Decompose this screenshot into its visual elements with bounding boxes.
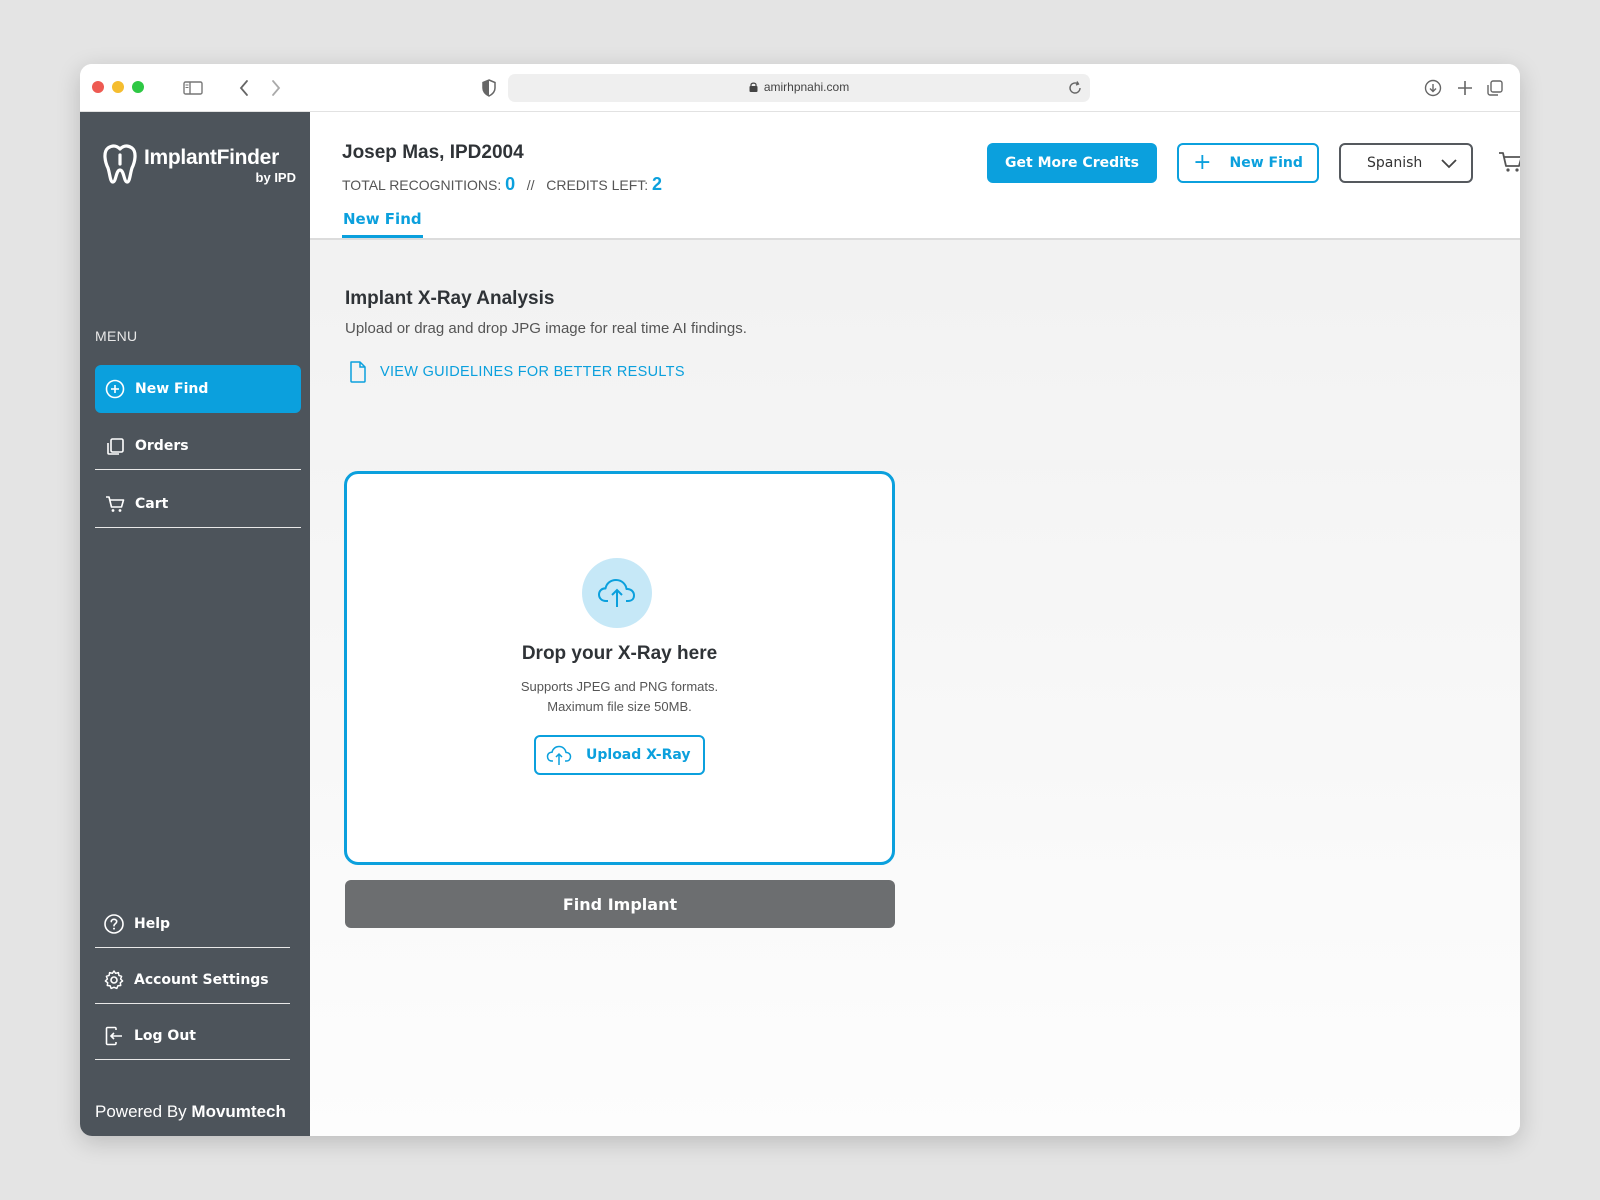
help-icon: [104, 913, 124, 934]
upload-cloud-badge: [582, 558, 652, 628]
stats-separator: //: [526, 177, 535, 193]
tab-new-find[interactable]: New Find: [342, 210, 423, 238]
page-title: Implant X-Ray Analysis: [345, 288, 555, 309]
user-name: Josep Mas, IPD2004: [342, 142, 524, 163]
tooth-logo-icon: [103, 144, 137, 184]
total-recognitions-value: 0: [505, 174, 516, 194]
orders-icon: [107, 437, 124, 455]
privacy-shield-icon[interactable]: [478, 77, 500, 99]
browser-window: amirhpnahi.com ImplantFinder by IPD MENU…: [80, 64, 1520, 1136]
account-stats: TOTAL RECOGNITIONS: 0 // CREDITS LEFT: 2: [342, 174, 662, 195]
menu-label: MENU: [95, 328, 138, 344]
dropzone-title: Drop your X-Ray here: [521, 643, 718, 664]
plus-circle-icon: [105, 379, 125, 399]
upload-button-label: Upload X-Ray: [586, 747, 691, 763]
url-text: amirhpnahi.com: [763, 80, 850, 94]
sidebar-item-orders[interactable]: Orders: [95, 422, 301, 470]
sidebar-item-label: Log Out: [134, 1027, 196, 1044]
forward-arrow-icon[interactable]: [264, 77, 286, 99]
sidebar-item-label: Help: [134, 915, 171, 932]
dropzone-format-info: Supports JPEG and PNG formats.: [520, 679, 719, 694]
page-subtitle: Upload or drag and drop JPG image for re…: [345, 320, 747, 337]
dropzone-info: Supports JPEG and PNG formats. Maximum f…: [347, 677, 892, 717]
get-more-credits-button[interactable]: Get More Credits: [987, 143, 1157, 183]
powered-by: Powered By Movumtech: [95, 1102, 286, 1122]
sidebar-toggle-icon[interactable]: [182, 77, 204, 99]
cart-icon: [106, 495, 125, 512]
maximize-window-button[interactable]: [132, 81, 144, 93]
total-recognitions-label: TOTAL RECOGNITIONS:: [342, 177, 502, 193]
minimize-window-button[interactable]: [112, 81, 124, 93]
sidebar-item-label: Cart: [135, 495, 169, 512]
sidebar-item-label: Account Settings: [134, 971, 269, 988]
sidebar-item-help[interactable]: Help: [95, 900, 290, 948]
sidebar-item-label: Orders: [135, 437, 189, 454]
browser-toolbar: amirhpnahi.com: [80, 64, 1520, 112]
view-guidelines-link[interactable]: VIEW GUIDELINES FOR BETTER RESULTS: [348, 360, 685, 384]
sidebar-item-cart[interactable]: Cart: [95, 480, 301, 528]
main-content: Josep Mas, IPD2004 TOTAL RECOGNITIONS: 0…: [310, 112, 1520, 1136]
document-icon: [350, 361, 366, 383]
powered-prefix: Powered By: [95, 1102, 187, 1121]
lock-icon: [749, 82, 758, 92]
cart-icon[interactable]: [1498, 150, 1520, 174]
upload-xray-button[interactable]: Upload X-Ray: [534, 735, 705, 775]
sidebar-item-label: New Find: [135, 381, 209, 397]
back-arrow-icon[interactable]: [234, 77, 256, 99]
sidebar-item-log-out[interactable]: Log Out: [95, 1012, 290, 1060]
powered-brand[interactable]: Movumtech: [191, 1102, 285, 1121]
reload-icon[interactable]: [1066, 79, 1084, 97]
plus-icon: +: [1193, 150, 1212, 175]
language-value: Spanish: [1367, 155, 1423, 171]
sidebar-item-account-settings[interactable]: Account Settings: [95, 956, 290, 1004]
dropzone-size-info: Maximum file size 50MB.: [547, 699, 692, 714]
logout-icon: [105, 1026, 122, 1045]
sidebar: ImplantFinder by IPD MENU New Find Order…: [80, 112, 310, 1136]
find-implant-button[interactable]: Find Implant: [345, 880, 895, 928]
new-find-button-label: New Find: [1229, 155, 1303, 171]
sidebar-item-new-find[interactable]: New Find: [95, 365, 301, 413]
tabs-overview-icon[interactable]: [1484, 77, 1506, 99]
top-header: Josep Mas, IPD2004 TOTAL RECOGNITIONS: 0…: [310, 112, 1520, 240]
new-find-button[interactable]: + New Find: [1177, 143, 1319, 183]
download-icon[interactable]: [1422, 77, 1444, 99]
credits-left-label: CREDITS LEFT:: [546, 177, 649, 193]
chevron-down-icon: [1441, 159, 1457, 169]
address-bar[interactable]: amirhpnahi.com: [508, 74, 1090, 102]
logo-title: ImplantFinder: [144, 146, 279, 169]
close-window-button[interactable]: [92, 81, 104, 93]
xray-dropzone[interactable]: Drop your X-Ray here Supports JPEG and P…: [344, 471, 895, 865]
logo-subtitle: by IPD: [255, 170, 296, 185]
app-logo[interactable]: ImplantFinder by IPD: [100, 142, 300, 192]
guidelines-link-label: VIEW GUIDELINES FOR BETTER RESULTS: [380, 364, 685, 380]
cloud-upload-icon: [598, 579, 635, 607]
credits-left-value: 2: [652, 174, 663, 194]
new-tab-plus-icon[interactable]: [1454, 77, 1476, 99]
gear-icon: [104, 969, 124, 989]
cloud-upload-icon: [546, 745, 572, 765]
language-select[interactable]: Spanish: [1339, 143, 1473, 183]
